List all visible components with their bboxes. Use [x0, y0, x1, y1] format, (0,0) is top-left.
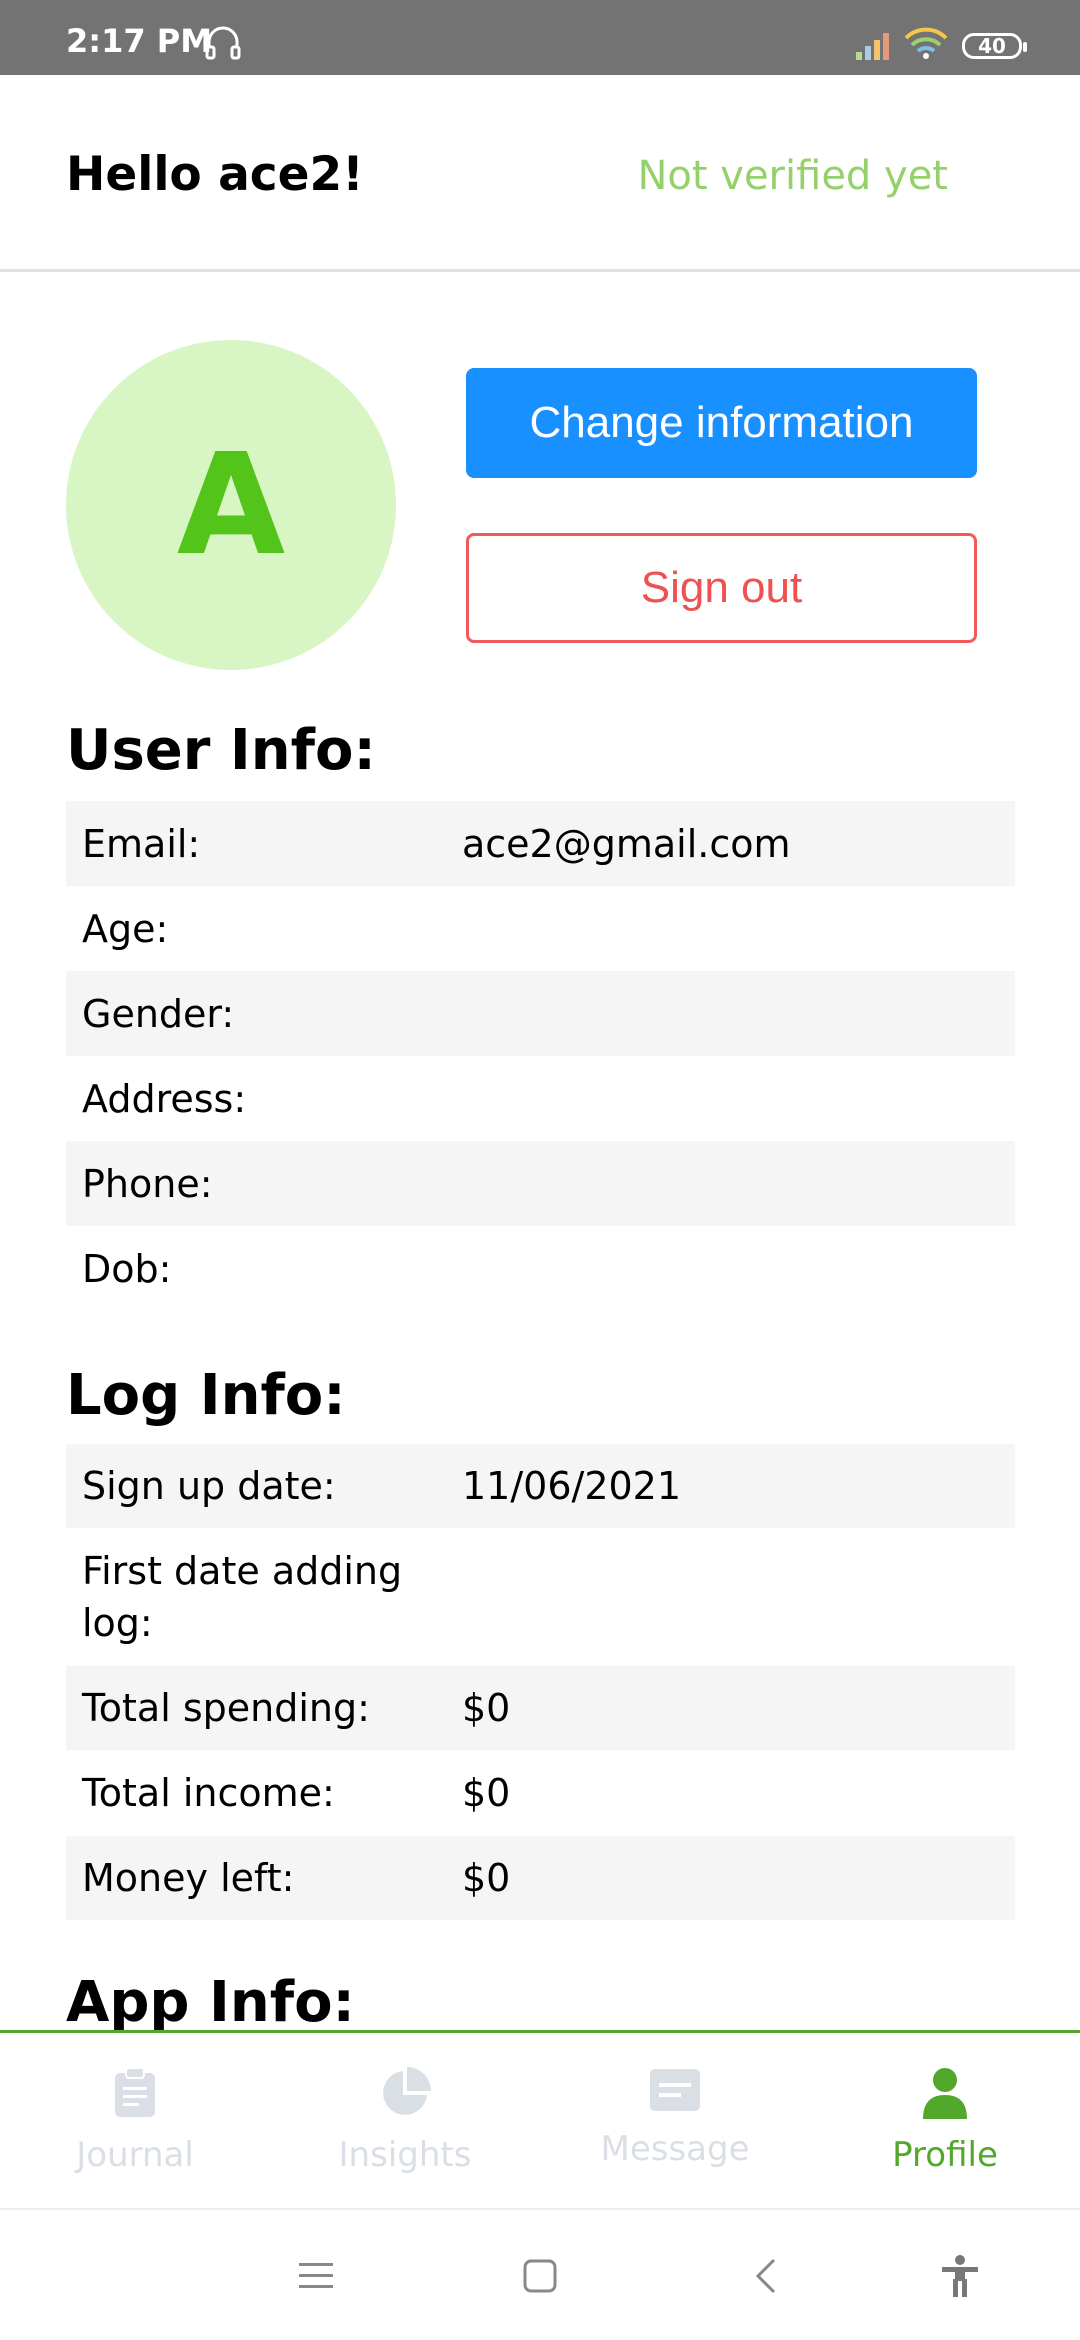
message-icon: [650, 2069, 700, 2111]
row-value: 11/06/2021: [462, 1464, 682, 1508]
table-row: Sign up date: 11/06/2021: [66, 1444, 1015, 1528]
system-nav-bar: [0, 2210, 1080, 2340]
row-value: ace2@gmail.com: [462, 821, 791, 866]
log-info-table: Sign up date: 11/06/2021 First date addi…: [66, 1444, 1015, 1920]
tab-message[interactable]: Message: [540, 2033, 810, 2208]
row-label: Email:: [82, 821, 201, 866]
table-row: Money left: $0: [66, 1836, 1015, 1920]
sign-out-button[interactable]: Sign out: [466, 533, 977, 643]
greeting-title: Hello ace2!: [66, 147, 364, 202]
table-row: Address:: [66, 1056, 1015, 1141]
table-row: Phone:: [66, 1141, 1015, 1226]
change-information-button[interactable]: Change information: [466, 368, 977, 478]
row-label: Address:: [82, 1076, 247, 1121]
tab-journal[interactable]: Journal: [0, 2033, 270, 2208]
wifi-icon: [904, 27, 948, 59]
tab-label: Profile: [892, 2135, 998, 2175]
tab-label: Journal: [76, 2135, 194, 2175]
home-icon[interactable]: [510, 2246, 570, 2306]
tab-profile[interactable]: Profile: [810, 2033, 1080, 2208]
avatar: A: [66, 340, 396, 670]
table-row: Dob:: [66, 1226, 1015, 1311]
row-value: $0: [462, 1856, 511, 1900]
table-row: Total spending: $0: [66, 1666, 1015, 1750]
header: Hello ace2! Not verified yet: [0, 75, 1080, 272]
row-label: Total spending:: [82, 1686, 370, 1730]
status-time: 2:17 PM: [66, 22, 213, 60]
menu-icon[interactable]: [286, 2246, 346, 2306]
clipboard-icon: [115, 2067, 155, 2117]
person-icon: [923, 2068, 967, 2119]
log-info-title: Log Info:: [66, 1363, 346, 1428]
tab-insights[interactable]: Insights: [270, 2033, 540, 2208]
status-bar: 2:17 PM 40: [0, 0, 1080, 75]
table-row: Age:: [66, 886, 1015, 971]
signal-icon: [856, 33, 889, 60]
row-label: Age:: [82, 906, 169, 951]
row-value: $0: [462, 1686, 511, 1730]
bottom-nav: Journal Insights Message Profile: [0, 2030, 1080, 2210]
avatar-letter: A: [176, 423, 286, 587]
user-info-title: User Info:: [66, 718, 376, 783]
battery-icon: 40: [962, 33, 1027, 59]
table-row: Total income: $0: [66, 1750, 1015, 1836]
headset-icon: [205, 26, 241, 60]
row-label: Money left:: [82, 1856, 295, 1900]
row-label: Sign up date:: [82, 1464, 336, 1508]
battery-level: 40: [978, 34, 1006, 58]
app-info-title: App Info:: [66, 1970, 355, 2035]
verification-status[interactable]: Not verified yet: [637, 153, 948, 199]
table-row: Email: ace2@gmail.com: [66, 801, 1015, 886]
tab-label: Message: [600, 2129, 750, 2169]
row-label: Phone:: [82, 1161, 213, 1206]
pie-chart-icon: [383, 2067, 431, 2115]
table-row: Gender:: [66, 971, 1015, 1056]
table-row: First date adding log:: [66, 1528, 1015, 1666]
row-label: Dob:: [82, 1246, 172, 1291]
row-label: Gender:: [82, 991, 235, 1036]
row-label: First date adding log:: [82, 1549, 403, 1645]
row-label: Total income:: [82, 1771, 335, 1815]
user-info-table: Email: ace2@gmail.com Age: Gender: Addre…: [66, 801, 1015, 1311]
back-icon[interactable]: [736, 2246, 796, 2306]
accessibility-icon[interactable]: [930, 2246, 990, 2306]
tab-label: Insights: [338, 2135, 472, 2175]
row-value: $0: [462, 1771, 511, 1815]
